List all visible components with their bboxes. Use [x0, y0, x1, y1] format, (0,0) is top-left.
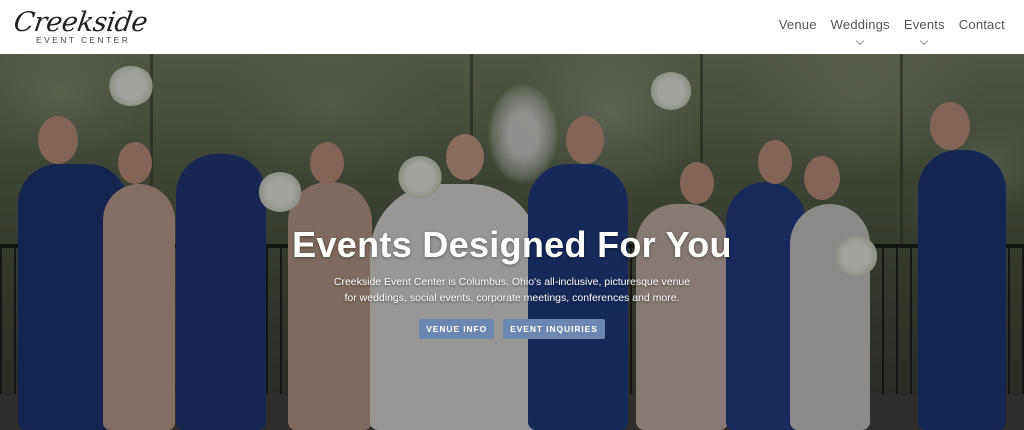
nav-item-label: Events [903, 17, 945, 32]
hero-description: Creekside Event Center is Columbus, Ohio… [333, 276, 691, 304]
hero-section: Events Designed For You Creekside Event … [0, 54, 1024, 430]
nav-item-weddings[interactable]: Weddings [824, 17, 897, 46]
event-inquiries-button[interactable]: EVENT INQUIRIES [503, 319, 605, 339]
site-header: Creekside EVENT CENTER Venue Weddings Ev… [0, 0, 1024, 54]
nav-item-venue[interactable]: Venue [772, 17, 824, 32]
hero-title: Events Designed For You [292, 224, 732, 265]
nav-item-events[interactable]: Events [897, 17, 952, 46]
logo-script-text: Creekside [11, 7, 150, 39]
nav-item-label: Venue [778, 17, 817, 32]
chevron-down-icon [920, 36, 929, 46]
hero-content: Events Designed For You Creekside Event … [0, 224, 1024, 339]
chevron-down-icon [856, 36, 865, 46]
nav-item-label: Weddings [830, 17, 890, 32]
site-logo[interactable]: Creekside EVENT CENTER [11, 7, 150, 45]
nav-item-label: Contact [958, 17, 1005, 32]
nav-item-contact[interactable]: Contact [952, 17, 1012, 32]
venue-info-button[interactable]: VENUE INFO [419, 319, 495, 339]
hero-buttons: VENUE INFO EVENT INQUIRIES [0, 319, 1024, 339]
main-nav: Venue Weddings Events Contact [772, 7, 1012, 47]
